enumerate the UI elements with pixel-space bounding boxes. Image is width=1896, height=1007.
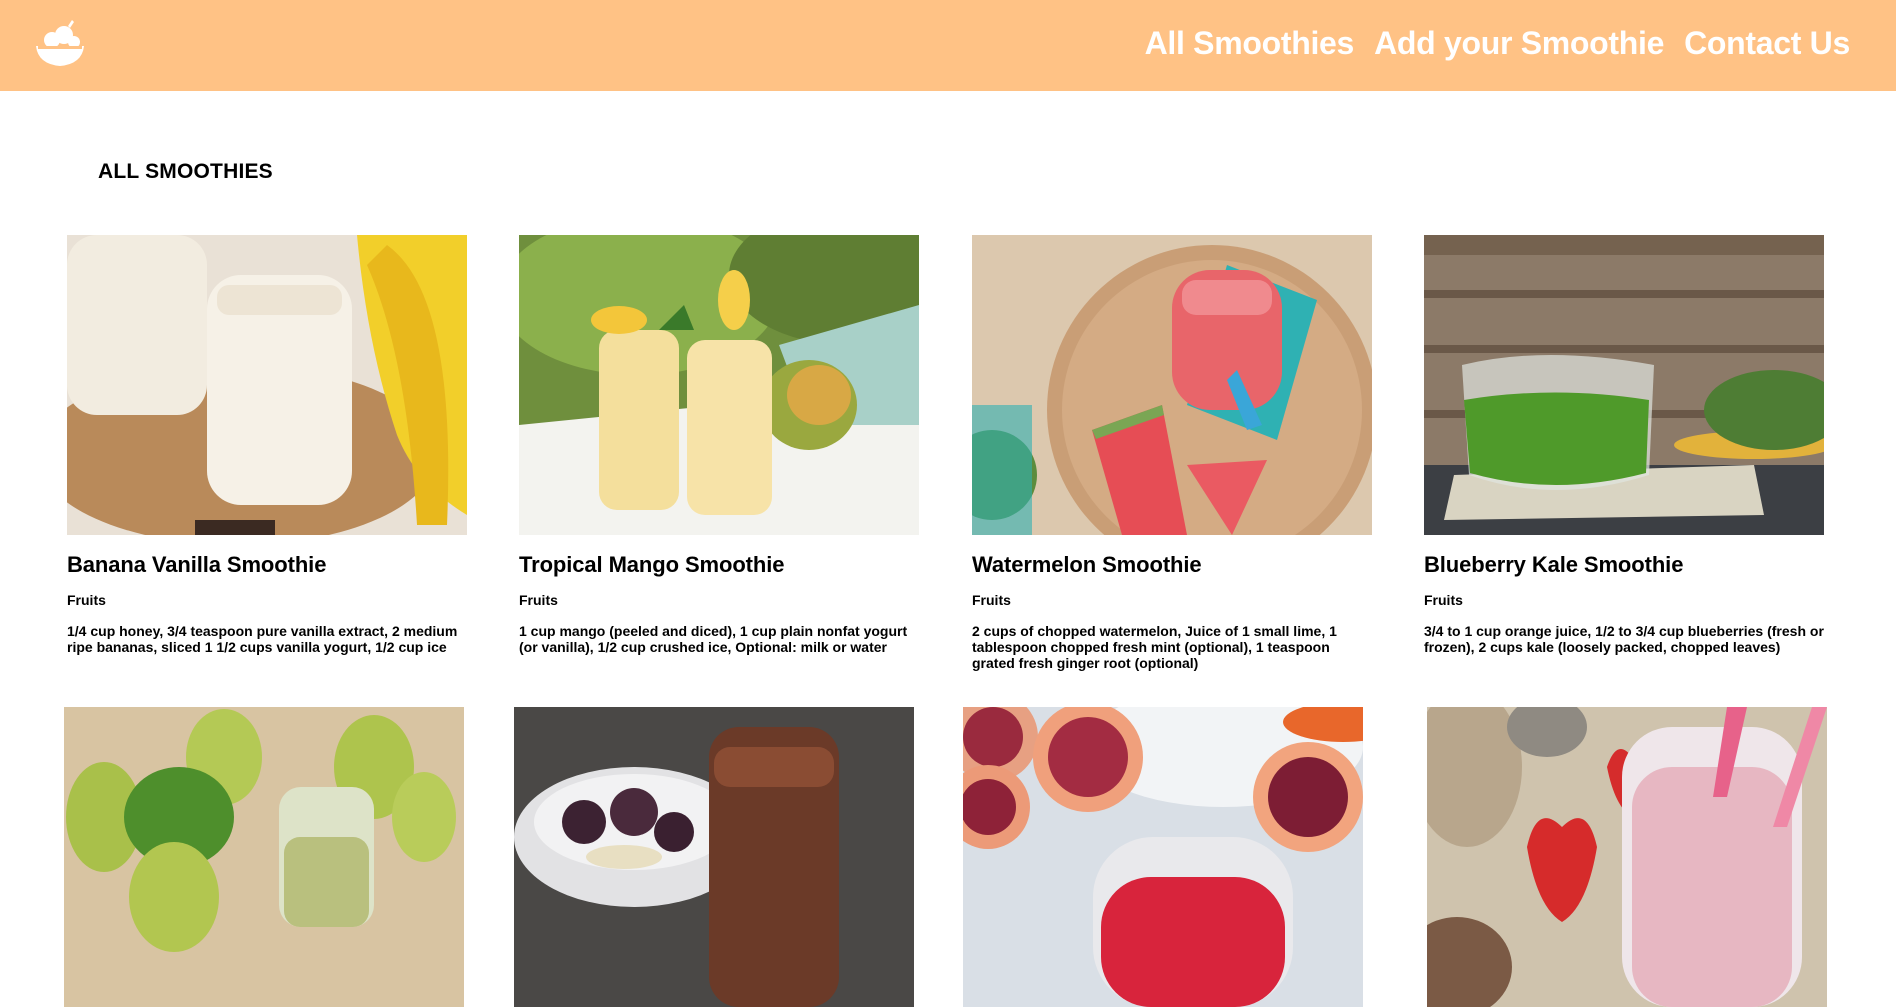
smoothie-image[interactable] bbox=[64, 707, 464, 1007]
smoothie-category: Fruits bbox=[1424, 592, 1463, 608]
smoothie-card[interactable] bbox=[64, 707, 464, 1007]
nav-add-smoothie[interactable]: Add your Smoothie bbox=[1374, 22, 1664, 64]
smoothie-image[interactable] bbox=[519, 235, 919, 535]
smoothie-card[interactable] bbox=[963, 707, 1363, 1007]
smoothie-name: Tropical Mango Smoothie bbox=[519, 552, 785, 577]
page-title: ALL SMOOTHIES bbox=[98, 160, 273, 183]
smoothie-image[interactable] bbox=[514, 707, 914, 1007]
smoothie-image[interactable] bbox=[67, 235, 467, 535]
smoothie-image[interactable] bbox=[1427, 707, 1827, 1007]
smoothie-card[interactable] bbox=[514, 707, 914, 1007]
smoothie-card[interactable]: Blueberry Kale Smoothie Fruits 3/4 to 1 … bbox=[1424, 235, 1824, 655]
smoothie-image[interactable] bbox=[963, 707, 1363, 1007]
smoothie-category: Fruits bbox=[519, 592, 558, 608]
smoothie-card[interactable]: Banana Vanilla Smoothie Fruits 1/4 cup h… bbox=[67, 235, 467, 655]
smoothie-ingredients: 3/4 to 1 cup orange juice, 1/2 to 3/4 cu… bbox=[1424, 623, 1824, 655]
smoothie-ingredients: 1 cup mango (peeled and diced), 1 cup pl… bbox=[519, 623, 908, 655]
smoothie-ingredients: 1/4 cup honey, 3/4 teaspoon pure vanilla… bbox=[67, 623, 458, 655]
smoothie-card[interactable] bbox=[1427, 707, 1827, 1007]
smoothie-name: Banana Vanilla Smoothie bbox=[67, 552, 327, 577]
smoothie-ingredients: 2 cups of chopped watermelon, Juice of 1… bbox=[972, 623, 1337, 671]
smoothie-card[interactable]: Tropical Mango Smoothie Fruits 1 cup man… bbox=[519, 235, 919, 655]
smoothie-category: Fruits bbox=[972, 592, 1011, 608]
nav-contact-us[interactable]: Contact Us bbox=[1684, 22, 1850, 64]
smoothie-image[interactable] bbox=[1424, 235, 1824, 535]
main-nav: All Smoothies Add your Smoothie Contact … bbox=[1145, 22, 1851, 64]
smoothie-name: Watermelon Smoothie bbox=[972, 552, 1202, 577]
fruit-bowl-icon[interactable] bbox=[34, 18, 86, 68]
site-header: All Smoothies Add your Smoothie Contact … bbox=[0, 0, 1896, 91]
smoothie-category: Fruits bbox=[67, 592, 106, 608]
smoothie-card[interactable]: Watermelon Smoothie Fruits 2 cups of cho… bbox=[972, 235, 1372, 671]
smoothie-name: Blueberry Kale Smoothie bbox=[1424, 552, 1684, 577]
smoothie-image[interactable] bbox=[972, 235, 1372, 535]
nav-all-smoothies[interactable]: All Smoothies bbox=[1145, 22, 1355, 64]
